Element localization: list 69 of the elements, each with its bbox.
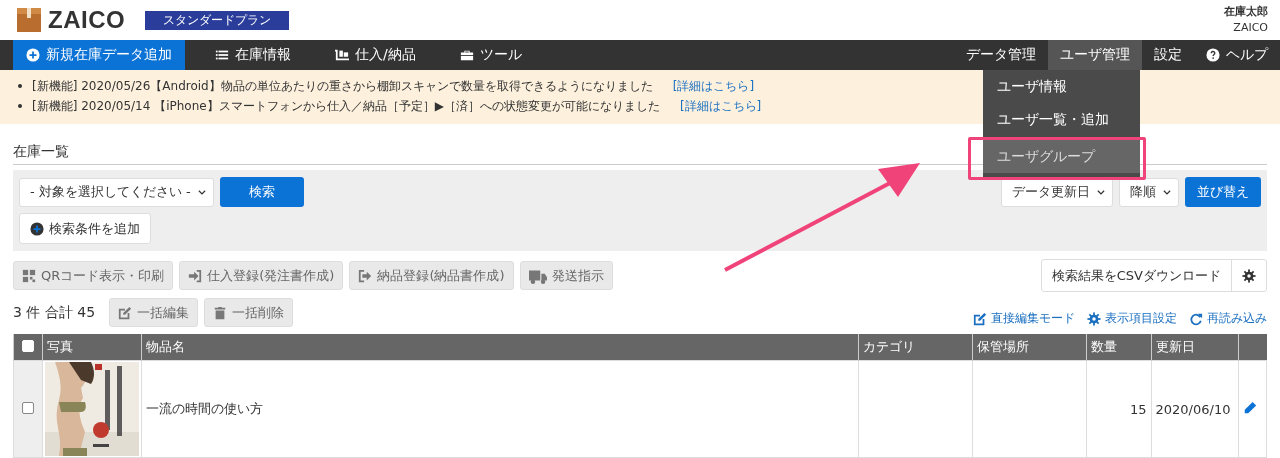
- view-link[interactable]: 直接編集モード: [973, 310, 1075, 327]
- edit-icon: [118, 305, 133, 320]
- row-checkbox[interactable]: [22, 401, 34, 414]
- column-header: カテゴリ: [858, 334, 972, 361]
- caret-icon: [1096, 187, 1106, 197]
- action-button[interactable]: QRコード表示・印刷: [13, 261, 174, 290]
- column-header: 写真: [42, 334, 142, 361]
- menu-item[interactable]: ユーザ情報: [983, 70, 1140, 103]
- settings-icon: [1242, 268, 1256, 283]
- action-button[interactable]: 納品登録(納品書作成): [349, 261, 514, 290]
- plus-circle-icon: [26, 48, 40, 62]
- plus-circle-icon: [30, 221, 44, 236]
- qr-code-icon: [22, 268, 36, 283]
- list-icon: [215, 48, 229, 62]
- bullet-icon: [18, 84, 22, 88]
- details-link[interactable]: [詳細はこちら]: [672, 76, 755, 96]
- action-button[interactable]: 発送指示: [519, 261, 613, 290]
- add-button[interactable]: 新規在庫データ追加: [13, 40, 185, 70]
- view-link[interactable]: 再読み込み: [1189, 310, 1267, 327]
- sign-in-icon: [188, 268, 203, 283]
- sign-out-icon: [358, 268, 373, 283]
- trash-icon: [213, 305, 228, 320]
- column-header: 保管場所: [972, 334, 1086, 361]
- help-icon: [1206, 48, 1220, 62]
- column-header: 物品名: [141, 334, 858, 361]
- nav-item[interactable]: 仕入/納品: [313, 40, 438, 70]
- dolly-icon: [335, 48, 349, 62]
- user-name: 在庫太郎: [1224, 4, 1268, 20]
- view-link[interactable]: 表示項目設定: [1087, 310, 1177, 327]
- caret-icon: [196, 187, 207, 197]
- edit-button[interactable]: [1242, 400, 1257, 415]
- plan-badge: スタンダードプラン: [145, 10, 290, 30]
- nav-item[interactable]: 設定: [1142, 40, 1194, 70]
- notice-text: [新機能] 2020/05/14 【iPhone】スマートフォンから仕入／納品［予定］▶［済］への状態変更が可能になりました: [32, 98, 660, 115]
- add-condition-button[interactable]: 検索条件を追加: [19, 213, 151, 244]
- refresh-icon: [1189, 311, 1203, 326]
- notice-text: [新機能] 2020/05/26【Android】物品の単位あたりの重さから棚卸スキャンで数量を取得できるようになりました: [32, 78, 653, 95]
- nav-item[interactable]: ヘルプ: [1194, 40, 1280, 70]
- logo[interactable]: ZAICO: [48, 6, 126, 34]
- bullet-icon: [18, 104, 22, 108]
- action-button[interactable]: 仕入登録(発注書作成): [179, 261, 344, 290]
- table-cell: 2020/06/10: [1155, 401, 1231, 417]
- caret-icon: [1162, 187, 1172, 197]
- toolbox-icon: [459, 48, 474, 62]
- nav-item[interactable]: データ管理: [954, 40, 1048, 70]
- select-all-checkbox[interactable]: [22, 339, 34, 352]
- nav-item[interactable]: 在庫情報: [193, 40, 313, 70]
- sort-button[interactable]: 並び替え: [1185, 177, 1261, 207]
- target-select[interactable]: - 対象を選択してください -: [19, 177, 214, 207]
- company-name: ZAICO: [1233, 20, 1268, 36]
- bulk-button[interactable]: 一括編集: [109, 298, 199, 327]
- result-summary: 3 件 合計 45: [13, 303, 96, 322]
- search-button[interactable]: 検索: [219, 177, 304, 207]
- sort-order-select[interactable]: 降順: [1119, 177, 1179, 207]
- edit-icon: [973, 311, 987, 326]
- csv-download-button[interactable]: 検索結果をCSVダウンロード: [1041, 260, 1231, 291]
- table-cell: 15: [1129, 401, 1147, 417]
- details-link[interactable]: [詳細はこちら]: [679, 96, 762, 116]
- settings-icon: [1087, 311, 1101, 326]
- menu-item[interactable]: ユーザグループ: [983, 140, 1140, 173]
- nav-item[interactable]: ユーザ管理: [1048, 40, 1142, 70]
- column-header: 更新日: [1151, 334, 1238, 361]
- nav-item[interactable]: ツール: [437, 40, 544, 70]
- pencil-icon: [1242, 400, 1257, 415]
- box-icon: [16, 7, 42, 33]
- bulk-button[interactable]: 一括削除: [204, 298, 294, 327]
- menu-item[interactable]: ユーザ一覧・追加: [983, 103, 1140, 136]
- column-header: 数量: [1086, 334, 1151, 361]
- table-cell: 一流の時間の使い方: [146, 401, 263, 416]
